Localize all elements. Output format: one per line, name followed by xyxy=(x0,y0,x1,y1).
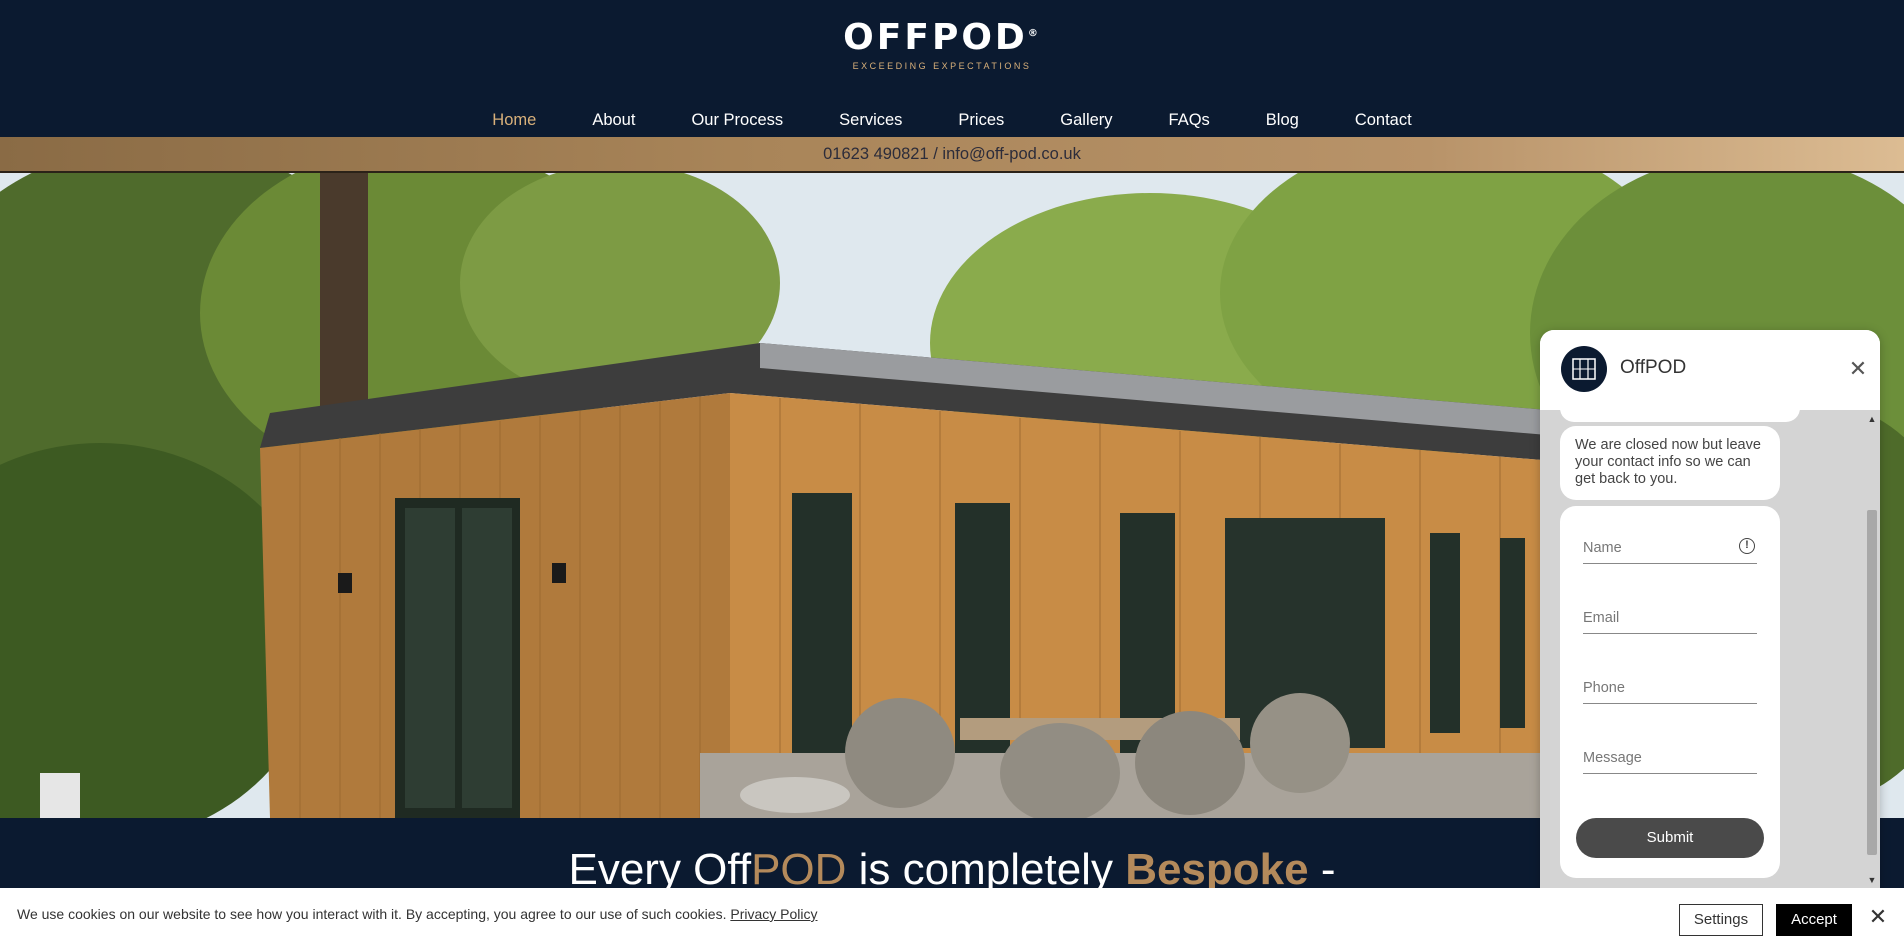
nav-item-our-process[interactable]: Our Process xyxy=(663,111,811,130)
chat-title: OffPOD xyxy=(1620,357,1687,378)
message-placeholder: Message xyxy=(1583,750,1642,766)
chat-avatar xyxy=(1561,346,1607,392)
chat-message: We are closed now but leave your contact… xyxy=(1560,426,1780,500)
message-field[interactable]: Message xyxy=(1583,740,1757,774)
nav-item-prices[interactable]: Prices xyxy=(930,111,1032,130)
close-icon[interactable]: ✕ xyxy=(1846,358,1870,382)
contact-strip: 01623 490821 / info@off-pod.co.uk xyxy=(0,137,1904,173)
offpod-logo-icon xyxy=(1572,358,1596,380)
privacy-policy-link[interactable]: Privacy Policy xyxy=(730,906,817,922)
nav-item-about[interactable]: About xyxy=(564,111,663,130)
submit-button[interactable]: Submit xyxy=(1576,818,1764,858)
name-field[interactable]: Name ! xyxy=(1583,530,1757,564)
chat-widget: OffPOD ✕ We are closed now but leave you… xyxy=(1540,330,1880,890)
phone-field[interactable]: Phone xyxy=(1583,670,1757,704)
cookie-text: We use cookies on our website to see how… xyxy=(17,906,818,922)
email-field[interactable]: Email xyxy=(1583,600,1757,634)
scroll-down-icon[interactable]: ▼ xyxy=(1867,875,1877,885)
nav-item-faqs[interactable]: FAQs xyxy=(1141,111,1238,130)
accept-button[interactable]: Accept xyxy=(1776,904,1852,936)
logo-wordmark: OFFPOD® xyxy=(843,17,1041,58)
nav-item-home[interactable]: Home xyxy=(464,111,564,130)
close-icon[interactable]: ✕ xyxy=(1866,906,1890,930)
chat-body: We are closed now but leave your contact… xyxy=(1540,392,1880,890)
scroll-up-icon[interactable]: ▲ xyxy=(1867,414,1877,424)
main-nav: Home About Our Process Services Prices G… xyxy=(0,106,1904,134)
nav-item-blog[interactable]: Blog xyxy=(1238,111,1327,130)
nav-item-gallery[interactable]: Gallery xyxy=(1032,111,1140,130)
scroll-thumb[interactable] xyxy=(1867,510,1877,855)
name-placeholder: Name xyxy=(1583,540,1622,556)
chat-scrollbar[interactable]: ▲ ▼ xyxy=(1864,410,1880,890)
site-header: OFFPOD® EXCEEDING EXPECTATIONS Home Abou… xyxy=(0,0,1904,137)
email-placeholder: Email xyxy=(1583,610,1620,626)
previous-message-bubble xyxy=(1560,392,1800,422)
phone-placeholder: Phone xyxy=(1583,680,1625,696)
logo-tagline: EXCEEDING EXPECTATIONS xyxy=(852,61,1032,71)
cookie-banner: We use cookies on our website to see how… xyxy=(0,888,1904,940)
info-icon: ! xyxy=(1739,538,1755,554)
settings-button[interactable]: Settings xyxy=(1679,904,1763,936)
nav-item-services[interactable]: Services xyxy=(811,111,930,130)
nav-item-contact[interactable]: Contact xyxy=(1327,111,1440,130)
contact-strip-text[interactable]: 01623 490821 / info@off-pod.co.uk xyxy=(823,145,1081,164)
site-logo[interactable]: OFFPOD® EXCEEDING EXPECTATIONS xyxy=(834,4,1050,82)
contact-form: Name ! Email Phone Message Submit xyxy=(1560,506,1780,878)
